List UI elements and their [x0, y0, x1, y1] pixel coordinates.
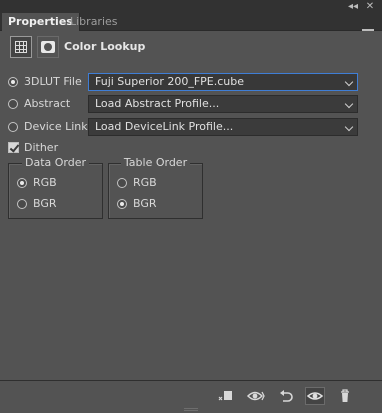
device-link-value: Load DeviceLink Profile...: [95, 120, 234, 133]
properties-bottom-bar: [0, 380, 382, 413]
device-link-label: Device Link: [24, 120, 88, 133]
3dlut-file-label: 3DLUT File: [24, 75, 82, 88]
visibility-eye-icon[interactable]: [305, 387, 325, 405]
3dlut-file-value: Fuji Superior 200_FPE.cube: [95, 75, 245, 88]
table-order-rgb-label: RGB: [133, 176, 157, 189]
clip-to-layer-icon[interactable]: [216, 387, 236, 405]
abstract-value: Load Abstract Profile...: [95, 97, 220, 110]
data-order-group: Data Order RGB BGR: [8, 156, 103, 219]
lookup-row-abstract: Abstract Load Abstract Profile...: [8, 95, 368, 113]
resize-grip[interactable]: [184, 408, 198, 411]
dither-row: Dither: [8, 139, 88, 157]
data-order-bgr-label: BGR: [33, 197, 57, 210]
trash-icon[interactable]: [335, 387, 355, 405]
table-order-group: Table Order RGB BGR: [108, 156, 203, 219]
dither-checkbox[interactable]: [8, 142, 19, 153]
view-previous-state-icon[interactable]: [246, 387, 266, 405]
tab-bar: Properties Libraries: [0, 13, 382, 39]
abstract-radio[interactable]: [8, 99, 18, 109]
panel-title: Color Lookup: [64, 40, 146, 53]
layer-mask-icon[interactable]: [37, 36, 59, 58]
panel-title-strip: ◂◂ ✕: [0, 0, 382, 13]
adjustment-grid-icon[interactable]: [10, 36, 32, 58]
data-order-rgb-label: RGB: [33, 176, 57, 189]
table-order-bgr-radio[interactable]: [117, 199, 127, 209]
properties-panel: Color Lookup 3DLUT File Fuji Superior 20…: [0, 31, 382, 380]
lookup-row-3dlut: 3DLUT File Fuji Superior 200_FPE.cube: [8, 73, 368, 91]
reset-icon[interactable]: [276, 387, 296, 405]
3dlut-file-radio[interactable]: [8, 77, 18, 87]
dither-label: Dither: [24, 141, 59, 154]
abstract-label: Abstract: [24, 97, 71, 110]
data-order-rgb-radio[interactable]: [17, 178, 27, 188]
device-link-radio[interactable]: [8, 122, 18, 132]
device-link-dropdown[interactable]: Load DeviceLink Profile...: [88, 118, 358, 136]
3dlut-file-dropdown[interactable]: Fuji Superior 200_FPE.cube: [88, 73, 358, 91]
chevron-down-icon: [344, 99, 354, 109]
chevron-down-icon: [344, 77, 354, 87]
table-order-rgb-radio[interactable]: [117, 178, 127, 188]
table-order-legend: Table Order: [120, 156, 191, 169]
data-order-legend: Data Order: [21, 156, 90, 169]
collapse-panel-icon[interactable]: ◂◂: [346, 0, 360, 13]
lookup-row-device-link: Device Link Load DeviceLink Profile...: [8, 118, 368, 136]
chevron-down-icon: [344, 122, 354, 132]
close-panel-icon[interactable]: ✕: [363, 0, 377, 13]
table-order-bgr-label: BGR: [133, 197, 157, 210]
tab-libraries[interactable]: Libraries: [64, 13, 124, 31]
abstract-dropdown[interactable]: Load Abstract Profile...: [88, 95, 358, 113]
data-order-bgr-radio[interactable]: [17, 199, 27, 209]
